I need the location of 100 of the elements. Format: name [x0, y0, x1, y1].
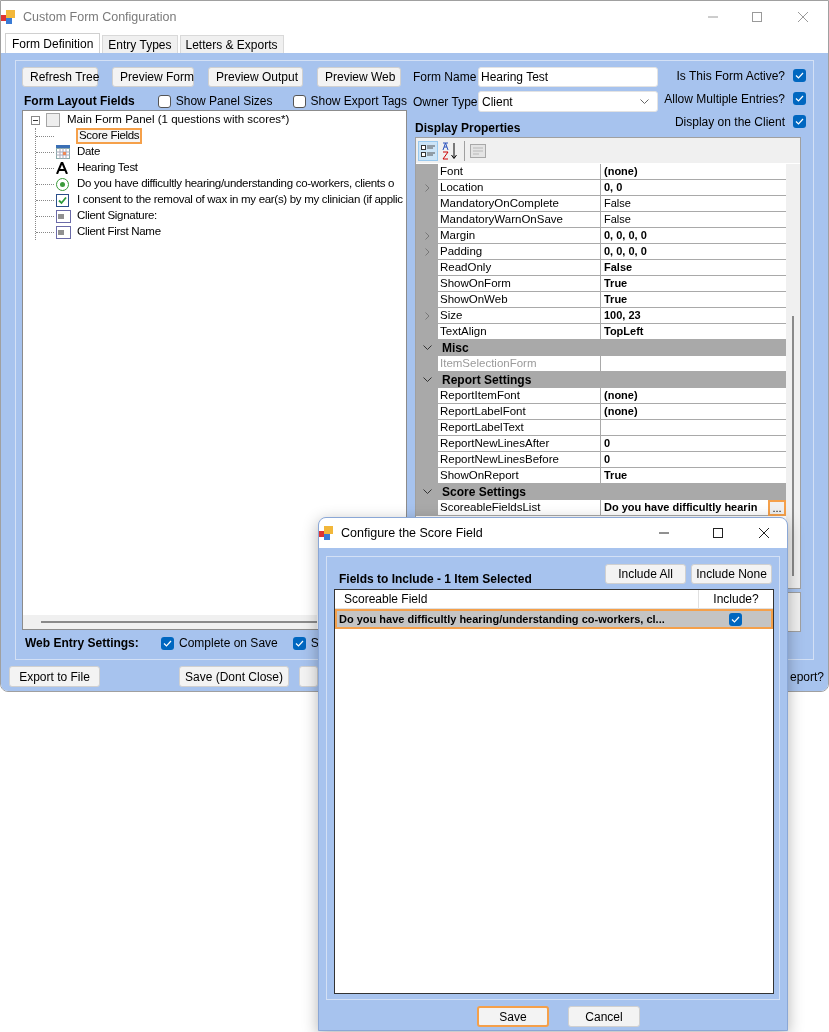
property-value[interactable]: False	[601, 196, 631, 211]
checkbox[interactable]	[728, 612, 742, 626]
tree-item[interactable]: Main Form Panel (1 questions with scores*)	[67, 111, 290, 129]
value-cell[interactable]: True	[601, 292, 786, 308]
value-cell[interactable]: False	[601, 196, 786, 212]
property-value[interactable]: Do you have difficultly hearin	[601, 500, 758, 515]
tree-item[interactable]: Client Signature:	[76, 208, 158, 224]
expand-toggle[interactable]	[31, 115, 40, 125]
property-name[interactable]: ReportLabelText	[438, 420, 601, 436]
value-cell[interactable]	[601, 420, 786, 436]
checkbox-label[interactable]: Show Panel Sizes	[175, 92, 273, 110]
property-name[interactable]: ShowOnWeb	[438, 292, 601, 308]
column-header[interactable]: Scoreable Field	[335, 590, 699, 608]
property-value[interactable]: False	[601, 260, 633, 275]
sort-alphabetical-icon[interactable]	[441, 140, 459, 161]
property-value[interactable]: 0	[601, 436, 611, 451]
toolbar-button[interactable]: Refresh Tree	[22, 67, 98, 87]
button[interactable]: Include All	[605, 564, 686, 584]
value-cell[interactable]: 0, 0	[601, 180, 786, 196]
property-name[interactable]: ShowOnReport	[438, 468, 601, 484]
tree-item[interactable]: Score Fields	[76, 128, 143, 144]
property-name[interactable]: ReportLabelFont	[438, 404, 601, 420]
value-cell[interactable]: 100, 23	[601, 308, 786, 324]
property-name[interactable]: ReportNewLinesAfter	[438, 436, 601, 452]
chevron-down-icon[interactable]	[422, 488, 432, 495]
value-cell[interactable]: (none)	[601, 404, 786, 420]
horizontal-scrollbar[interactable]	[23, 615, 317, 629]
property-name[interactable]: ScoreableFieldsList	[438, 500, 601, 516]
tab[interactable]: Form Definition	[5, 33, 101, 53]
value-cell[interactable]: 0	[601, 452, 786, 468]
categorized-view-button[interactable]	[418, 140, 438, 161]
value-cell[interactable]: True	[601, 468, 786, 484]
toolbar-button[interactable]: Preview Form	[112, 67, 194, 87]
property-value[interactable]: True	[601, 468, 628, 483]
value-cell[interactable]: False	[601, 212, 786, 228]
maximize-icon[interactable]	[713, 528, 723, 538]
toolbar-button[interactable]: Preview Web	[317, 67, 401, 87]
table-row[interactable]: Do you have difficultly hearing/understanding co-workers, cl...	[335, 609, 773, 629]
property-name[interactable]: ReportItemFont	[438, 388, 601, 404]
property-name[interactable]: ReadOnly	[438, 260, 601, 276]
value-cell[interactable]: TopLeft	[601, 324, 786, 340]
property-value[interactable]: True	[601, 276, 628, 291]
button[interactable]: Cancel	[568, 1006, 640, 1027]
button[interactable]: Save	[477, 1006, 549, 1027]
tree-item[interactable]: Do you have difficultly hearing/understanding co-workers, clients o	[76, 176, 396, 192]
property-name[interactable]: MandatoryOnComplete	[438, 196, 601, 212]
form-name-field[interactable]: Hearing Test	[478, 67, 658, 87]
property-value[interactable]: 0, 0, 0, 0	[601, 228, 647, 243]
property-value[interactable]: 0, 0, 0, 0	[601, 244, 647, 259]
checkbox[interactable]	[793, 115, 806, 128]
checkbox[interactable]	[793, 69, 806, 82]
value-cell[interactable]: 0, 0, 0, 0	[601, 228, 786, 244]
tree-item[interactable]: Date	[76, 144, 102, 160]
value-cell[interactable]: True	[601, 276, 786, 292]
value-cell[interactable]: (none)	[601, 164, 786, 180]
property-name[interactable]: MandatoryWarnOnSave	[438, 212, 601, 228]
property-value[interactable]: 100, 23	[601, 308, 641, 323]
chevron-down-icon[interactable]	[422, 376, 432, 383]
property-name[interactable]: Margin	[438, 228, 601, 244]
checkbox[interactable]	[292, 636, 306, 650]
property-name[interactable]: Location	[438, 180, 601, 196]
property-value[interactable]: False	[601, 212, 631, 227]
property-name[interactable]: TextAlign	[438, 324, 601, 340]
toolbar-button[interactable]: Preview Output	[208, 67, 303, 87]
property-value[interactable]: (none)	[601, 388, 638, 403]
property-value[interactable]: True	[601, 292, 628, 307]
checkbox-label[interactable]: S	[310, 634, 319, 652]
column-header[interactable]: Include?	[699, 590, 773, 608]
value-cell[interactable]: 0, 0, 0, 0	[601, 244, 786, 260]
value-cell[interactable]: Do you have difficultly hearin ...	[601, 500, 786, 516]
property-value[interactable]: TopLeft	[601, 324, 644, 339]
checkbox-label[interactable]: Complete on Save	[179, 634, 278, 652]
owner-type-dropdown[interactable]: Client	[478, 91, 658, 112]
checkbox[interactable]	[292, 94, 306, 108]
tree-item[interactable]: Hearing Test	[76, 160, 139, 176]
tree-item[interactable]: I consent to the removal of wax in my ear(s) by my clinician (if applic	[76, 192, 404, 208]
property-name[interactable]: Size	[438, 308, 601, 324]
checkbox[interactable]	[157, 94, 171, 108]
value-cell[interactable]: (none)	[601, 388, 786, 404]
tab[interactable]: Entry Types	[102, 35, 178, 53]
value-cell[interactable]: False	[601, 260, 786, 276]
value-cell[interactable]: 0	[601, 436, 786, 452]
checkbox[interactable]	[793, 92, 806, 105]
property-name[interactable]: Font	[438, 164, 601, 180]
checkbox-label[interactable]: Display on the Client	[674, 112, 785, 131]
vertical-scrollbar[interactable]	[786, 164, 800, 588]
property-name[interactable]: ReportNewLinesBefore	[438, 452, 601, 468]
checkbox-label[interactable]: Is This Form Active?	[676, 66, 785, 85]
button[interactable]: Export to File	[9, 666, 100, 687]
tab[interactable]: Letters & Exports	[179, 35, 284, 53]
checkbox-label[interactable]: Allow Multiple Entries?	[664, 89, 785, 108]
chevron-down-icon[interactable]	[422, 344, 432, 351]
property-name[interactable]: ShowOnForm	[438, 276, 601, 292]
button[interactable]: Include None	[691, 564, 772, 584]
checkbox-label[interactable]: eport?	[789, 667, 824, 686]
property-value[interactable]: (none)	[601, 404, 638, 419]
checkbox[interactable]	[161, 636, 174, 650]
tree-item[interactable]: Client First Name	[76, 224, 162, 240]
property-value[interactable]: 0, 0	[601, 180, 623, 195]
property-name[interactable]: Padding	[438, 244, 601, 260]
